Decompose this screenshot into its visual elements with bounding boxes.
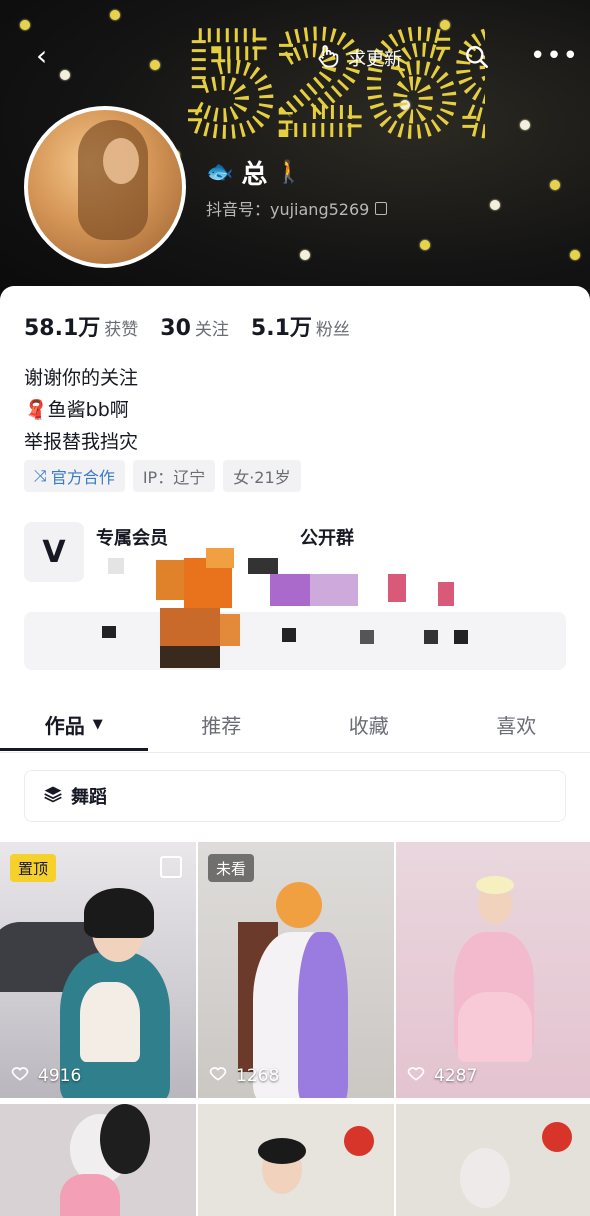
heart-icon xyxy=(406,1063,426,1088)
tab-likes[interactable]: 喜欢 xyxy=(443,696,590,752)
copy-icon[interactable] xyxy=(375,201,388,215)
layers-icon xyxy=(43,784,63,809)
avatar[interactable] xyxy=(24,106,186,268)
stat-label: 获赞 xyxy=(104,320,139,340)
feature-cards: V 专属会员 公开群 xyxy=(24,518,566,670)
fish-icon: 🐟 xyxy=(206,160,234,185)
stat-value: 30 xyxy=(160,316,191,341)
request-update-label: 求更新 xyxy=(348,49,402,70)
likes-count: 4287 xyxy=(434,1065,478,1086)
tab-recommend[interactable]: 推荐 xyxy=(148,696,296,752)
tag-label: 官方合作 xyxy=(50,468,115,487)
bio-line: 🧣鱼酱bb啊 xyxy=(24,399,129,421)
douyin-id-row[interactable]: 抖音号：yujiang5269 xyxy=(206,196,388,220)
handshake-icon: ⤨ xyxy=(34,466,47,485)
tab-works[interactable]: 作品 ▼ xyxy=(0,696,148,752)
tag-gender-age: 女·21岁 xyxy=(223,460,301,492)
heart-icon xyxy=(208,1063,228,1088)
profile-panel: 58.1万 获赞 30 关注 5.1万 粉丝 谢谢你的关注 🧣鱼酱bb啊 举报替我挡灾… xyxy=(0,286,590,1216)
stat-value: 58.1万 xyxy=(24,316,101,341)
nickname: 总 xyxy=(241,160,268,190)
pinned-badge: 置顶 xyxy=(10,854,57,882)
tag-ip-location: IP：辽宁 xyxy=(132,460,216,492)
nickname-row: 🐟 总 🚶 xyxy=(206,154,303,191)
tab-label: 推荐 xyxy=(201,713,242,738)
bio-line: 举报替我挡灾 xyxy=(24,431,139,453)
collection-label: 舞蹈 xyxy=(71,787,107,808)
caret-down-icon: ▼ xyxy=(92,716,103,732)
stat-following[interactable]: 30 关注 xyxy=(160,315,229,341)
tag-label: IP：辽宁 xyxy=(142,468,206,487)
cover-number-text: 5269 xyxy=(185,10,485,161)
bio: 谢谢你的关注 🧣鱼酱bb啊 举报替我挡灾 xyxy=(24,362,138,458)
stat-followers[interactable]: 5.1万 粉丝 xyxy=(251,310,350,342)
douyin-id: 抖音号：yujiang5269 xyxy=(206,200,370,219)
group-card-title[interactable]: 公开群 xyxy=(300,524,354,550)
tags-row: ⤨ 官方合作 IP：辽宁 女·21岁 xyxy=(24,460,301,492)
profile-cover: 5269 ‹ 求更新 ••• 🐟 总 🚶 抖音号：yujiang5269 xyxy=(0,0,590,310)
video-thumbnail[interactable] xyxy=(0,1104,196,1216)
video-thumbnail[interactable] xyxy=(396,1104,590,1216)
more-icon[interactable]: ••• xyxy=(530,42,579,70)
stat-value: 5.1万 xyxy=(250,316,312,341)
back-icon[interactable]: ‹ xyxy=(36,42,47,70)
tab-favorites[interactable]: 收藏 xyxy=(295,696,443,752)
bio-line: 谢谢你的关注 xyxy=(24,367,139,389)
stat-likes[interactable]: 58.1万 获赞 xyxy=(24,310,138,342)
stat-label: 关注 xyxy=(194,320,229,340)
tab-label: 作品 xyxy=(44,713,85,738)
profile-page: 5269 ‹ 求更新 ••• 🐟 总 🚶 抖音号：yujiang5269 xyxy=(0,0,590,1216)
video-thumbnail[interactable]: 4287 xyxy=(396,842,590,1098)
video-thumbnail[interactable]: 未看 1268 xyxy=(198,842,394,1098)
tag-official-cooperation[interactable]: ⤨ 官方合作 xyxy=(24,460,125,492)
content-tabs: 作品 ▼ 推荐 收藏 喜欢 xyxy=(0,696,590,753)
unseen-badge: 未看 xyxy=(208,854,255,882)
tab-label: 收藏 xyxy=(348,713,389,738)
heart-icon xyxy=(10,1063,30,1088)
video-likes: 4287 xyxy=(406,1063,477,1088)
video-thumbnail[interactable]: 置顶 4916 xyxy=(0,842,196,1098)
likes-count: 1268 xyxy=(236,1065,280,1086)
request-update-button[interactable]: 求更新 xyxy=(314,42,402,74)
vip-icon[interactable]: V xyxy=(24,522,84,582)
multi-image-icon xyxy=(160,856,182,878)
vip-card-title[interactable]: 专属会员 xyxy=(96,524,168,550)
likes-count: 4916 xyxy=(38,1065,82,1086)
video-likes: 1268 xyxy=(208,1063,279,1088)
collection-chip-dance[interactable]: 舞蹈 xyxy=(24,770,566,822)
hand-pointer-icon xyxy=(314,42,342,75)
tag-label: 女·21岁 xyxy=(233,468,291,487)
video-likes: 4916 xyxy=(10,1063,81,1088)
stat-label: 粉丝 xyxy=(315,320,350,340)
video-thumbnail[interactable] xyxy=(198,1104,394,1216)
search-icon[interactable] xyxy=(464,44,490,75)
video-grid: 置顶 4916 未看 1268 4287 xyxy=(0,842,590,1216)
active-tab-indicator xyxy=(0,748,148,751)
stats-row: 58.1万 获赞 30 关注 5.1万 粉丝 xyxy=(24,310,350,342)
tab-label: 喜欢 xyxy=(496,713,537,738)
walking-person-icon: 🚶 xyxy=(275,160,303,185)
